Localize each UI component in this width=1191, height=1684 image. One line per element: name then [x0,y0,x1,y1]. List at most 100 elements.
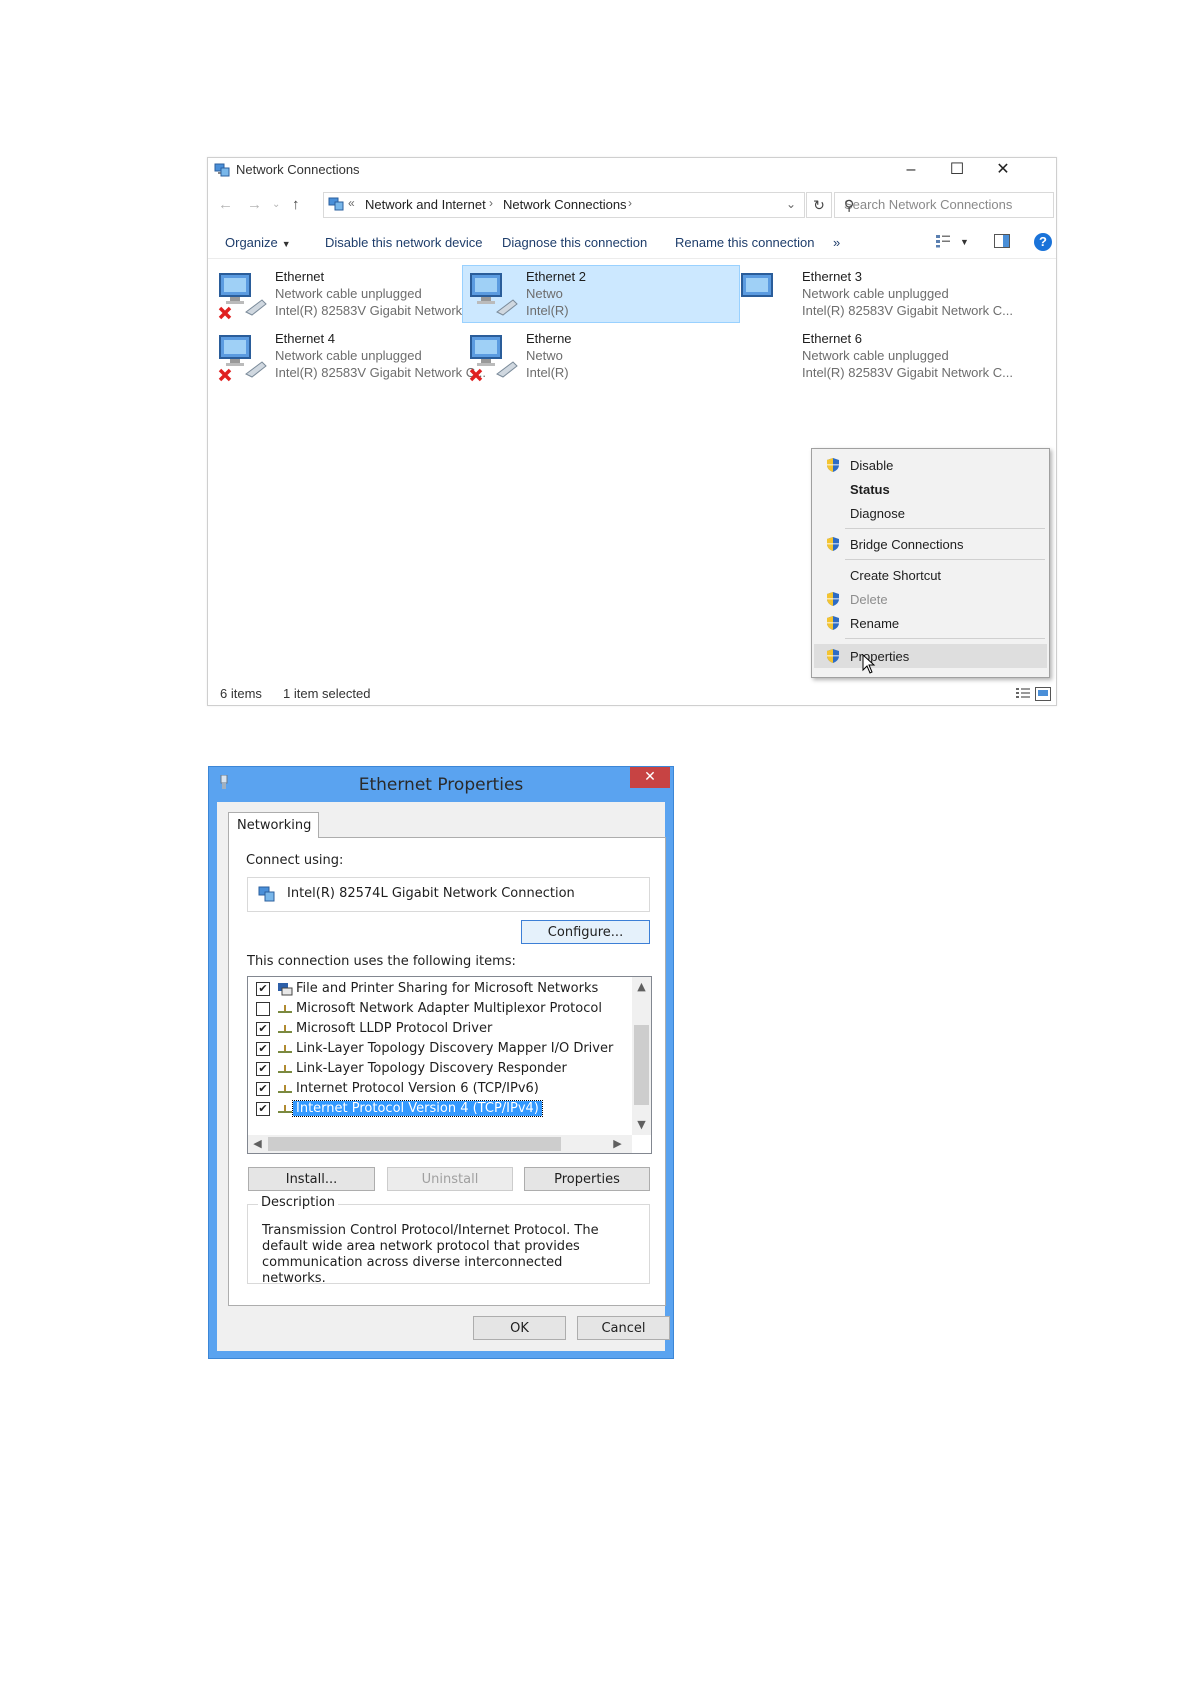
item-name: Ethernet 2 [526,269,586,284]
diagnose-connection-button[interactable]: Diagnose this connection [502,235,647,250]
item-label: Internet Protocol Version 6 (TCP/IPv6) [296,1081,539,1096]
preview-pane-icon[interactable] [994,234,1010,248]
properties-button[interactable]: Properties [524,1167,650,1191]
list-item[interactable]: ✔ Link-Layer Topology Discovery Responde… [256,1059,616,1079]
uac-shield-icon [827,616,839,630]
item-adapter: Intel(R) [526,303,569,318]
checkbox[interactable]: ✔ [256,982,270,996]
networking-panel: Connect using: Intel(R) 82574L Gigabit N… [228,837,666,1306]
menu-item-properties[interactable]: Properties [814,644,1047,668]
network-folder-icon [328,197,344,211]
change-view-icon[interactable] [935,234,951,248]
maximize-icon[interactable]: ☐ [934,158,980,182]
item-status: Network cable unplugged [275,286,422,301]
horizontal-scrollbar[interactable]: ◀ ▶ [248,1135,632,1153]
item-adapter: Intel(R) 82583V Gigabit Network C... [802,303,1013,318]
item-label: Internet Protocol Version 4 (TCP/IPv4) [292,1100,543,1117]
checkbox[interactable]: ✔ [256,1062,270,1076]
close-icon[interactable]: ✕ [980,158,1026,182]
breadcrumb-network-and-internet[interactable]: Network and Internet [365,197,486,212]
scroll-thumb[interactable] [268,1137,561,1151]
connect-using-label: Connect using: [246,853,344,868]
item-name: Ethernet 3 [802,269,862,284]
tab-label: Networking [237,818,312,833]
search-input[interactable]: Search Network Connections ⚲ [834,192,1054,218]
item-label: Microsoft Network Adapter Multiplexor Pr… [296,1001,602,1016]
scroll-thumb[interactable] [634,1025,649,1105]
menu-item-create-shortcut[interactable]: Create Shortcut [814,564,1047,586]
ok-button[interactable]: OK [473,1316,566,1340]
menu-item-diagnose[interactable]: Diagnose [814,502,1047,524]
network-protocol-icon [278,1085,292,1093]
breadcrumb-network-connections[interactable]: Network Connections [503,197,627,212]
connection-item-ethernet-6[interactable]: Ethernet 6 Network cable unplugged Intel… [746,328,1046,384]
list-item[interactable]: ✔ File and Printer Sharing for Microsoft… [256,979,616,999]
list-item[interactable]: Microsoft Network Adapter Multiplexor Pr… [256,999,616,1019]
menu-item-bridge-connections[interactable]: Bridge Connections [814,533,1047,555]
checkbox[interactable]: ✔ [256,1022,270,1036]
address-dropdown-icon[interactable]: ⌄ [786,197,796,211]
item-label: Microsoft LLDP Protocol Driver [296,1021,493,1036]
refresh-icon[interactable]: ↻ [806,192,832,218]
scroll-right-icon[interactable]: ▶ [608,1137,627,1150]
organize-label: Organize [225,235,278,250]
item-status: Network cable unplugged [275,348,422,363]
components-list[interactable]: ✔ File and Printer Sharing for Microsoft… [247,976,652,1154]
back-arrow-icon[interactable]: ← [218,196,233,213]
network-adapter-icon [258,886,275,902]
item-name: Ethernet [275,269,325,284]
close-icon[interactable]: ✕ [630,767,670,788]
menu-item-disable[interactable]: Disable [814,454,1047,476]
menu-item-status[interactable]: Status [814,478,1047,500]
description-group: Description Transmission Control Protoco… [247,1195,650,1286]
checkbox[interactable]: ✔ [256,1082,270,1096]
large-icons-view-icon[interactable] [1035,687,1051,701]
more-commands-button[interactable]: » [833,235,840,250]
cancel-button[interactable]: Cancel [577,1316,670,1340]
scroll-left-icon[interactable]: ◀ [248,1137,267,1150]
connection-item-ethernet-4[interactable]: Ethernet 4 Network cable unplugged Intel… [212,328,486,384]
item-name: Ethernet 6 [802,331,862,346]
connection-item-ethernet-2[interactable]: Ethernet 2 Netwo Intel(R) [462,265,740,323]
help-icon[interactable]: ? [1034,233,1052,251]
scroll-down-icon[interactable]: ▼ [632,1118,651,1131]
connection-item-ethernet[interactable]: Ethernet Network cable unplugged Intel(R… [212,266,486,322]
breadcrumb-separator-icon[interactable]: › [489,196,493,210]
breadcrumb-separator-icon[interactable]: › [628,196,632,210]
breadcrumb-overflow[interactable]: « [348,196,355,210]
scroll-up-icon[interactable]: ▲ [632,980,651,993]
menu-item-rename[interactable]: Rename [814,612,1047,634]
details-view-icon[interactable] [1015,687,1031,701]
item-label: Link-Layer Topology Discovery Mapper I/O… [296,1041,614,1056]
configure-button[interactable]: Configure... [521,920,650,944]
disable-device-button[interactable]: Disable this network device [325,235,483,250]
organize-button[interactable]: Organize ▼ [225,235,291,250]
network-protocol-icon [278,1105,292,1113]
recent-chevron-icon[interactable]: ⌄ [272,199,280,210]
uac-shield-icon [827,458,839,472]
checkbox[interactable] [256,1002,270,1016]
connection-item-ethernet-3[interactable]: Ethernet 3 Network cable unplugged Intel… [741,266,1046,322]
list-item[interactable]: ✔ Internet Protocol Version 6 (TCP/IPv6) [256,1079,616,1099]
checkbox[interactable]: ✔ [256,1042,270,1056]
address-bar[interactable]: « Network and Internet › Network Connect… [323,192,805,218]
list-item-selected[interactable]: ✔ Internet Protocol Version 4 (TCP/IPv4) [256,1099,616,1119]
install-button[interactable]: Install... [248,1167,375,1191]
checkbox[interactable]: ✔ [256,1102,270,1116]
forward-arrow-icon[interactable]: → [247,196,262,213]
tab-networking[interactable]: Networking [228,812,319,838]
minimize-icon[interactable]: – [888,158,934,182]
item-adapter: Intel(R) 82583V Gigabit Network C... [275,303,486,318]
item-adapter: Intel(R) 82583V Gigabit Network C... [275,365,486,380]
view-dropdown-icon[interactable]: ▼ [960,237,969,247]
network-connections-icon [214,163,230,177]
menu-separator [845,528,1045,529]
list-item[interactable]: ✔ Link-Layer Topology Discovery Mapper I… [256,1039,616,1059]
list-item[interactable]: ✔ Microsoft LLDP Protocol Driver [256,1019,616,1039]
vertical-scrollbar[interactable]: ▲ ▼ [632,977,651,1135]
uac-shield-icon [827,537,839,551]
connection-item-ethernet-5[interactable]: Etherne Netwo Intel(R) [463,328,613,384]
up-arrow-icon[interactable]: ↑ [292,196,300,213]
item-status: Netwo [526,286,563,301]
rename-connection-button[interactable]: Rename this connection [675,235,814,250]
